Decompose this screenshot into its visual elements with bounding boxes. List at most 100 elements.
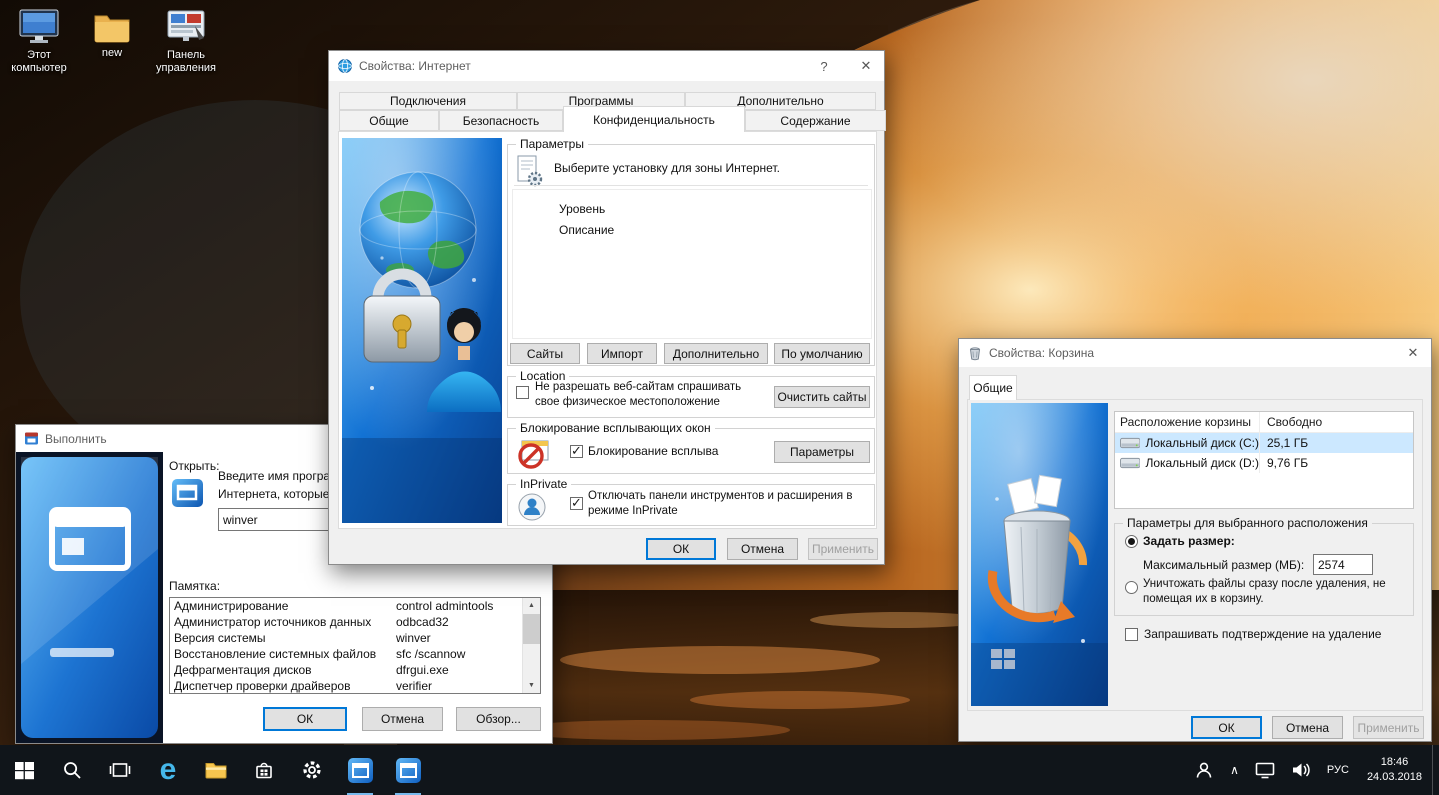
desktop-icon-this-pc[interactable]: Этот компьютер [6,8,72,75]
set-size-label: Задать размер: [1143,534,1235,548]
scroll-down-icon[interactable]: ▼ [523,678,540,693]
location-checkbox[interactable] [516,386,529,399]
recycle-apply-button[interactable]: Применить [1353,716,1424,739]
memo-row[interactable]: Версия системы winver [170,630,540,646]
scrollbar-thumb[interactable] [523,614,540,644]
zone-instruction: Выберите установку для зоны Интернет. [554,161,780,175]
column-location[interactable]: Расположение корзины [1115,412,1260,432]
taskbar-app-run[interactable] [336,745,384,795]
help-button[interactable]: ? [806,51,842,81]
app-window-icon [396,758,421,783]
memo-row[interactable]: Дефрагментация дисков dfrgui.exe [170,662,540,678]
tab-privacy[interactable]: Конфиденциальность [563,106,745,132]
disk-d-free: 9,76 ГБ [1260,456,1308,470]
app-window-icon [348,758,373,783]
network-button[interactable] [1247,745,1283,795]
tab-row: Общие [969,378,1017,399]
desktop-icon-control-panel[interactable]: Панель управления [146,8,226,75]
search-button[interactable] [48,745,96,795]
tab-content[interactable]: Содержание [745,110,886,131]
disk-d-label: Локальный диск (D:) [1145,456,1259,470]
scroll-up-icon[interactable]: ▲ [523,598,540,613]
divider [514,185,868,186]
tab-connections[interactable]: Подключения [339,92,517,110]
popup-blocker-checkbox[interactable] [570,445,583,458]
edge-icon: e [160,755,177,785]
internet-window-title: Свойства: Интернет [359,59,471,73]
settings-button[interactable] [288,745,336,795]
close-button[interactable]: ✕ [848,51,884,81]
popup-settings-button[interactable]: Параметры [774,441,870,463]
chevron-up-icon: ∧ [1230,763,1239,777]
inprivate-checkbox[interactable] [570,497,583,510]
memo-row[interactable]: Диспетчер проверки драйверов verifier [170,678,540,694]
task-view-icon [109,761,131,779]
popup-blocker-icon [514,438,552,470]
tab-security[interactable]: Безопасность [439,110,563,131]
internet-apply-button[interactable]: Применить [808,538,878,560]
internet-cancel-button[interactable]: Отмена [727,538,798,560]
recycle-bin-icon [967,345,983,361]
advanced-button[interactable]: Дополнительно [664,343,768,364]
inprivate-group: InPrivate Отключать панели инструментов … [507,484,875,526]
run-memo-list[interactable]: Администрирование control admintools Адм… [169,597,541,694]
show-desktop-button[interactable] [1432,745,1439,795]
language-indicator[interactable]: РУС [1319,745,1357,795]
privacy-level-box: Уровень Описание [512,189,872,339]
sites-button[interactable]: Сайты [510,343,580,364]
hidden-icons-button[interactable]: ∧ [1222,745,1247,795]
run-cancel-button[interactable]: Отмена [362,707,443,731]
run-browse-button[interactable]: Обзор... [456,707,541,731]
clock[interactable]: 18:46 24.03.2018 [1357,755,1432,786]
default-button[interactable]: По умолчанию [774,343,870,364]
table-row-disk-d[interactable]: Локальный диск (D:) 9,76 ГБ [1115,453,1413,473]
memo-scrollbar[interactable]: ▲ ▼ [522,598,540,693]
recycle-ok-button[interactable]: ОК [1191,716,1262,739]
recycle-cancel-button[interactable]: Отмена [1272,716,1343,739]
file-explorer-button[interactable] [192,745,240,795]
disk-c-free: 25,1 ГБ [1260,436,1308,450]
recycle-titlebar[interactable]: Свойства: Корзина ✕ [959,339,1431,367]
group-label: Блокирование всплывающих окон [516,421,715,435]
edge-button[interactable]: e [144,745,192,795]
recycle-locations-table[interactable]: Расположение корзины Свободно Локальный … [1114,411,1414,509]
delete-immediately-radio[interactable] [1125,581,1138,594]
store-button[interactable] [240,745,288,795]
confirm-delete-checkbox[interactable] [1125,628,1138,641]
memo-row[interactable]: Администратор источников данных odbcad32 [170,614,540,630]
memo-row[interactable]: Администрирование control admintools [170,598,540,614]
taskbar-app-window[interactable] [384,745,432,795]
confirm-delete-label: Запрашивать подтверждение на удаление [1144,627,1381,641]
run-memo-label: Памятка: [169,579,220,593]
close-button[interactable]: ✕ [1395,339,1431,367]
clear-sites-button[interactable]: Очистить сайты [774,386,870,408]
run-command-input[interactable] [218,508,330,531]
memo-row[interactable]: Восстановление системных файлов sfc /sca… [170,646,540,662]
size-settings-group: Параметры для выбранного расположения За… [1114,523,1414,616]
tab-general[interactable]: Общие [339,110,439,131]
column-free[interactable]: Свободно [1260,415,1322,429]
run-window-title: Выполнить [45,432,107,446]
import-button[interactable]: Импорт [587,343,657,364]
max-size-input[interactable] [1313,554,1373,575]
table-row-disk-c[interactable]: Локальный диск (C:) 25,1 ГБ [1115,433,1413,453]
task-view-button[interactable] [96,745,144,795]
start-button[interactable] [0,745,48,795]
run-ok-button[interactable]: ОК [263,707,347,731]
folder-icon [92,10,132,44]
tab-general[interactable]: Общие [969,375,1017,400]
description-label: Описание [559,223,614,237]
internet-ok-button[interactable]: ОК [646,538,716,560]
run-app-icon [24,431,39,446]
set-size-radio[interactable] [1125,535,1138,548]
people-button[interactable] [1186,745,1222,795]
internet-titlebar[interactable]: Свойства: Интернет ? ✕ [329,51,884,81]
table-header[interactable]: Расположение корзины Свободно [1115,412,1413,433]
run-description-icon [171,478,207,508]
group-label: Параметры [516,137,588,151]
run-side-art [16,452,163,743]
inprivate-checkbox-label: Отключать панели инструментов и расширен… [588,489,870,519]
desktop: Этот компьютер new Панель управления [0,0,1439,795]
volume-button[interactable] [1283,745,1319,795]
desktop-icon-new-folder[interactable]: new [84,10,140,60]
